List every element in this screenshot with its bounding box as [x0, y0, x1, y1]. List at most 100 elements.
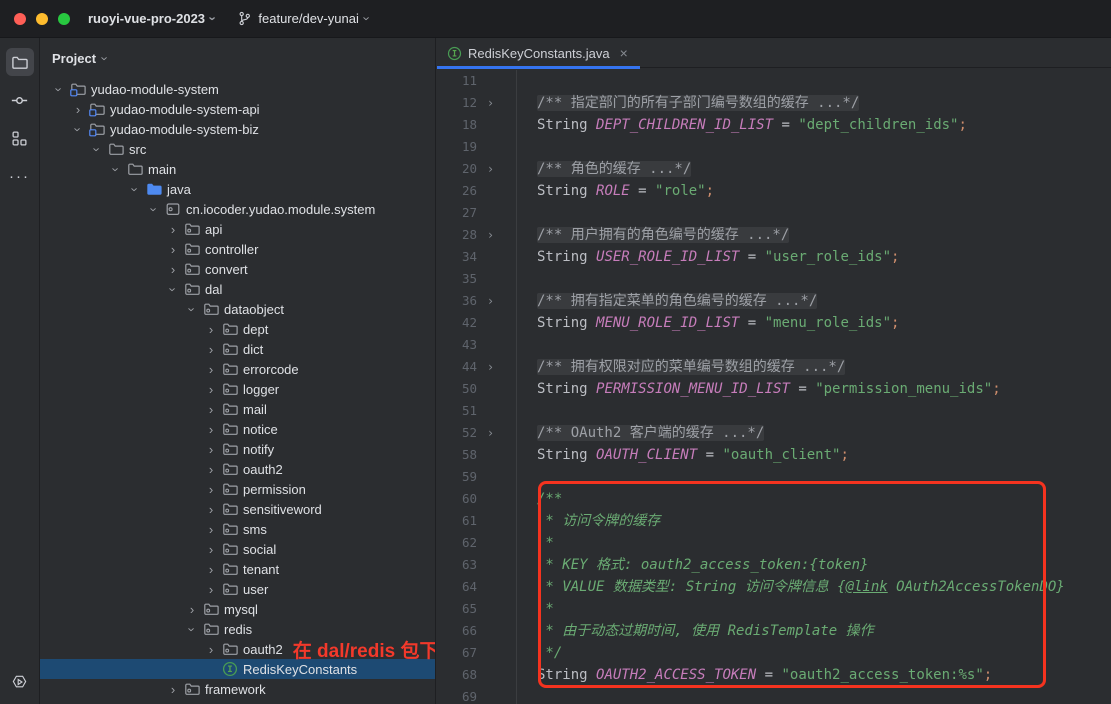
code-line-63[interactable]: 63 * KEY 格式: oauth2_access_token:{token}: [437, 554, 1111, 576]
chevron-right-icon[interactable]: ›: [204, 443, 218, 456]
chevron-right-icon[interactable]: ›: [166, 223, 180, 236]
tree-item-oauth2[interactable]: ›oauth2在 dal/redis 包下: [40, 639, 435, 659]
project-tool-button[interactable]: [6, 48, 34, 76]
code-line-27[interactable]: 27: [437, 202, 1111, 224]
code-line-18[interactable]: 18String DEPT_CHILDREN_ID_LIST = "dept_c…: [437, 114, 1111, 136]
code-line-42[interactable]: 42String MENU_ROLE_ID_LIST = "menu_role_…: [437, 312, 1111, 334]
tree-item-dict[interactable]: ›dict: [40, 339, 435, 359]
tree-item-logger[interactable]: ›logger: [40, 379, 435, 399]
chevron-right-icon[interactable]: ›: [185, 603, 199, 616]
code-line-66[interactable]: 66 * 由于动态过期时间, 使用 RedisTemplate 操作: [437, 620, 1111, 642]
chevron-right-icon[interactable]: ›: [204, 323, 218, 336]
chevron-right-icon[interactable]: ›: [204, 383, 218, 396]
chevron-right-icon[interactable]: ›: [204, 363, 218, 376]
code-line-19[interactable]: 19: [437, 136, 1111, 158]
code-line-11[interactable]: 11: [437, 70, 1111, 92]
chevron-down-icon[interactable]: ›: [167, 282, 180, 296]
chevron-right-icon[interactable]: ›: [166, 243, 180, 256]
chevron-right-icon[interactable]: ›: [204, 403, 218, 416]
tree-item-cn.iocoder.yudao.module.system[interactable]: ›cn.iocoder.yudao.module.system: [40, 199, 435, 219]
chevron-down-icon[interactable]: ›: [53, 82, 66, 96]
code-line-62[interactable]: 62 *: [437, 532, 1111, 554]
more-tool-windows-button[interactable]: ···: [9, 168, 30, 185]
tree-item-dept[interactable]: ›dept: [40, 319, 435, 339]
code-line-67[interactable]: 67 */: [437, 642, 1111, 664]
chevron-right-icon[interactable]: ›: [204, 543, 218, 556]
code-line-36[interactable]: 36›/** 拥有指定菜单的角色编号的缓存 ...*/: [437, 290, 1111, 312]
tab-rediskeyconstants[interactable]: I RedisKeyConstants.java ×: [437, 38, 640, 68]
tree-item-oauth2[interactable]: ›oauth2: [40, 459, 435, 479]
tree-item-dal[interactable]: ›dal: [40, 279, 435, 299]
tree-item-java[interactable]: ›java: [40, 179, 435, 199]
code-area[interactable]: 1112›/** 指定部门的所有子部门编号数组的缓存 ...*/18String…: [437, 68, 1111, 704]
tree-item-sms[interactable]: ›sms: [40, 519, 435, 539]
maximize-window-button[interactable]: [58, 13, 70, 25]
chevron-right-icon[interactable]: ›: [204, 483, 218, 496]
chevron-down-icon[interactable]: ›: [72, 122, 85, 136]
close-tab-icon[interactable]: ×: [620, 45, 628, 61]
tree-item-yudao-module-system-api[interactable]: ›yudao-module-system-api: [40, 99, 435, 119]
code-line-50[interactable]: 50String PERMISSION_MENU_ID_LIST = "perm…: [437, 378, 1111, 400]
close-window-button[interactable]: [14, 13, 26, 25]
chevron-right-icon[interactable]: ›: [71, 103, 85, 116]
tree-item-user[interactable]: ›user: [40, 579, 435, 599]
chevron-down-icon[interactable]: ›: [186, 302, 199, 316]
tree-item-src[interactable]: ›src: [40, 139, 435, 159]
tree-item-convert[interactable]: ›convert: [40, 259, 435, 279]
tree-item-api[interactable]: ›api: [40, 219, 435, 239]
code-line-65[interactable]: 65 *: [437, 598, 1111, 620]
code-line-28[interactable]: 28›/** 用户拥有的角色编号的缓存 ...*/: [437, 224, 1111, 246]
tree-item-social[interactable]: ›social: [40, 539, 435, 559]
code-line-34[interactable]: 34String USER_ROLE_ID_LIST = "user_role_…: [437, 246, 1111, 268]
project-panel-header[interactable]: Project ›: [40, 38, 435, 78]
code-line-26[interactable]: 26String ROLE = "role";: [437, 180, 1111, 202]
code-line-59[interactable]: 59: [437, 466, 1111, 488]
fold-arrow-icon[interactable]: ›: [477, 224, 504, 246]
chevron-right-icon[interactable]: ›: [204, 503, 218, 516]
code-line-44[interactable]: 44›/** 拥有权限对应的菜单编号数组的缓存 ...*/: [437, 356, 1111, 378]
code-line-52[interactable]: 52›/** OAuth2 客户端的缓存 ...*/: [437, 422, 1111, 444]
tree-item-yudao-module-system[interactable]: ›yudao-module-system: [40, 79, 435, 99]
code-line-69[interactable]: 69: [437, 686, 1111, 704]
code-line-64[interactable]: 64 * VALUE 数据类型: String 访问令牌信息 {@link OA…: [437, 576, 1111, 598]
code-line-20[interactable]: 20›/** 角色的缓存 ...*/: [437, 158, 1111, 180]
code-line-60[interactable]: 60/**: [437, 488, 1111, 510]
chevron-right-icon[interactable]: ›: [204, 563, 218, 576]
tree-item-notice[interactable]: ›notice: [40, 419, 435, 439]
tree-item-framework[interactable]: ›framework: [40, 679, 435, 699]
chevron-down-icon[interactable]: ›: [91, 142, 104, 156]
project-selector[interactable]: ruoyi-vue-pro-2023 ›: [88, 11, 215, 26]
tree-item-sensitiveword[interactable]: ›sensitiveword: [40, 499, 435, 519]
branch-selector[interactable]: feature/dev-yunai ›: [237, 11, 369, 26]
tree-item-yudao-module-system-biz[interactable]: ›yudao-module-system-biz: [40, 119, 435, 139]
tree-item-main[interactable]: ›main: [40, 159, 435, 179]
fold-arrow-icon[interactable]: ›: [477, 290, 504, 312]
tree-item-dataobject[interactable]: ›dataobject: [40, 299, 435, 319]
code-line-61[interactable]: 61 * 访问令牌的缓存: [437, 510, 1111, 532]
chevron-right-icon[interactable]: ›: [204, 343, 218, 356]
tree-item-notify[interactable]: ›notify: [40, 439, 435, 459]
chevron-right-icon[interactable]: ›: [204, 423, 218, 436]
chevron-right-icon[interactable]: ›: [166, 263, 180, 276]
tree-item-tenant[interactable]: ›tenant: [40, 559, 435, 579]
code-line-43[interactable]: 43: [437, 334, 1111, 356]
chevron-right-icon[interactable]: ›: [204, 583, 218, 596]
structure-tool-button[interactable]: [6, 124, 34, 152]
tree-item-errorcode[interactable]: ›errorcode: [40, 359, 435, 379]
code-line-68[interactable]: 68String OAUTH2_ACCESS_TOKEN = "oauth2_a…: [437, 664, 1111, 686]
commit-tool-button[interactable]: [6, 86, 34, 114]
chevron-down-icon[interactable]: ›: [148, 202, 161, 216]
chevron-down-icon[interactable]: ›: [129, 182, 142, 196]
code-line-58[interactable]: 58String OAUTH_CLIENT = "oauth_client";: [437, 444, 1111, 466]
minimize-window-button[interactable]: [36, 13, 48, 25]
chevron-down-icon[interactable]: ›: [110, 162, 123, 176]
tree-item-permission[interactable]: ›permission: [40, 479, 435, 499]
fold-arrow-icon[interactable]: ›: [477, 422, 504, 444]
chevron-right-icon[interactable]: ›: [204, 463, 218, 476]
tree-item-mysql[interactable]: ›mysql: [40, 599, 435, 619]
code-line-51[interactable]: 51: [437, 400, 1111, 422]
fold-arrow-icon[interactable]: ›: [477, 356, 504, 378]
code-line-12[interactable]: 12›/** 指定部门的所有子部门编号数组的缓存 ...*/: [437, 92, 1111, 114]
chevron-right-icon[interactable]: ›: [204, 643, 218, 656]
fold-arrow-icon[interactable]: ›: [477, 158, 504, 180]
